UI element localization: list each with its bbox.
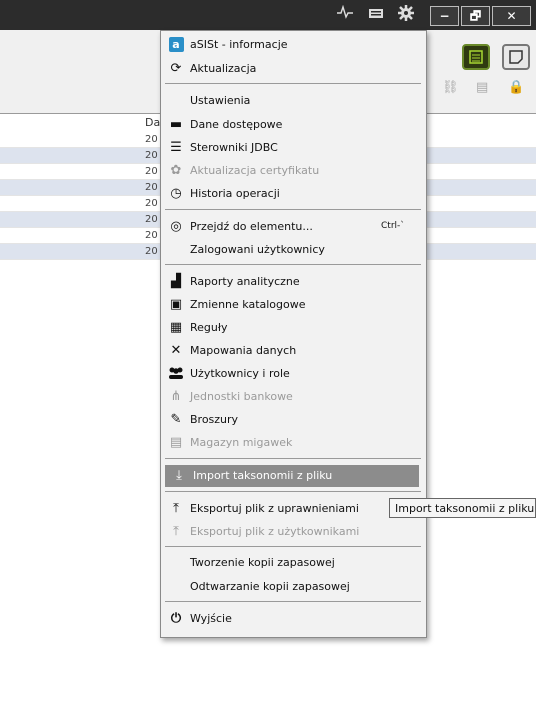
menu-item-users-roles[interactable]: Użytkownicy i role bbox=[162, 363, 424, 385]
hierarchy-icon: ⋔ bbox=[170, 389, 182, 404]
pulse-icon[interactable] bbox=[336, 4, 354, 25]
menu-item-operation-history[interactable]: ◷ Historia operacji bbox=[162, 183, 424, 205]
menu-item-export-users: ⤒ Eksportuj plik z użytkownikami bbox=[162, 521, 424, 543]
menu-separator bbox=[165, 546, 421, 547]
goto-icon: ◎ bbox=[170, 219, 182, 234]
menu-separator bbox=[165, 83, 421, 84]
update-icon: ⟳ bbox=[170, 61, 182, 76]
menu-item-asist-info[interactable]: a aSISt - informacje bbox=[162, 34, 424, 56]
menu-item-catalog-variables[interactable]: ▣ Zmienne katalogowe bbox=[162, 294, 424, 316]
restore-button[interactable]: 🗗 bbox=[461, 6, 490, 26]
menu-separator bbox=[165, 491, 421, 492]
menu-item-jdbc-drivers[interactable]: ☰ Sterowniki JDBC bbox=[162, 137, 424, 159]
menu-item-settings[interactable]: Ustawienia bbox=[162, 90, 424, 112]
list-view-toggle[interactable] bbox=[462, 44, 490, 70]
menu-item-restore-backup[interactable]: Odtwarzanie kopii zapasowej bbox=[162, 576, 424, 598]
menu-separator bbox=[165, 264, 421, 265]
catalog-variables-icon: ▣ bbox=[169, 297, 183, 312]
settings-menu: a aSISt - informacje ⟳ Aktualizacja Usta… bbox=[160, 30, 427, 638]
keyboard-icon[interactable] bbox=[367, 5, 385, 25]
menu-item-snapshot-store: ▤ Magazyn migawek bbox=[169, 435, 293, 450]
asist-logo-icon: a bbox=[168, 37, 184, 53]
note-view-toggle[interactable] bbox=[502, 44, 530, 70]
close-button[interactable]: ✕ bbox=[492, 6, 531, 26]
tooltip: Import taksonomii z pliku bbox=[389, 498, 536, 518]
menu-item-update[interactable]: ⟳ Aktualizacja bbox=[162, 58, 424, 80]
menu-item-go-to-element[interactable]: ◎ Przejdź do elementu... Ctrl-` bbox=[162, 216, 424, 238]
shortcut-label: Ctrl-` bbox=[381, 221, 405, 231]
menu-separator bbox=[165, 209, 421, 210]
export-icon: ⤒ bbox=[173, 501, 179, 516]
chart-icon: ▟ bbox=[171, 274, 181, 289]
power-icon: ⏻ bbox=[170, 611, 182, 626]
table-cell: 20 bbox=[145, 166, 158, 177]
history-icon: ◷ bbox=[170, 186, 182, 201]
table-cell: 20 bbox=[145, 182, 158, 193]
table-cell: 20 bbox=[145, 246, 158, 257]
table-cell: 20 bbox=[145, 230, 158, 241]
document-icon[interactable]: ▤ bbox=[476, 80, 488, 95]
menu-item-access-data[interactable]: ▬ Dane dostępowe bbox=[162, 114, 424, 136]
menu-item-bank-units: ⋔ Jednostki bankowe bbox=[162, 386, 424, 408]
menu-item-export-permissions[interactable]: ⤒ Eksportuj plik z uprawnieniami bbox=[162, 498, 424, 520]
minimize-button[interactable]: − bbox=[430, 6, 459, 26]
calculator-icon: ▦ bbox=[169, 320, 183, 335]
export-users-icon: ⤒ bbox=[173, 524, 179, 539]
certificate-icon: ✿ bbox=[170, 163, 182, 178]
menu-item-rules[interactable]: ▦ Reguły bbox=[162, 317, 424, 339]
menu-item-data-mappings[interactable]: ✕ Mapowania danych bbox=[162, 340, 424, 362]
menu-item-brochures[interactable]: ✎ Broszury bbox=[162, 409, 424, 431]
mapping-icon: ✕ bbox=[170, 343, 182, 358]
table-cell: 20 bbox=[145, 134, 158, 145]
snapshot-icon: ▤ bbox=[169, 435, 183, 450]
pen-icon: ✎ bbox=[170, 412, 182, 427]
menu-item-certificate-update: ✿ Aktualizacja certyfikatu bbox=[162, 160, 424, 182]
link-icon[interactable]: ⛓ bbox=[442, 80, 459, 95]
column-header[interactable]: Da bbox=[145, 116, 160, 129]
menu-separator bbox=[165, 458, 421, 459]
users-icon bbox=[168, 366, 184, 382]
menu-item-analytic-reports[interactable]: ▟ Raporty analityczne bbox=[162, 271, 424, 293]
gear-icon[interactable] bbox=[396, 5, 416, 25]
menu-separator bbox=[165, 601, 421, 602]
title-bar: − 🗗 ✕ bbox=[0, 0, 536, 30]
briefcase-icon: ▬ bbox=[169, 117, 183, 132]
lock-icon[interactable]: 🔒 bbox=[508, 80, 524, 95]
menu-item-import-taxonomy[interactable]: ⤓ Import taksonomii z pliku bbox=[165, 465, 419, 487]
menu-item-create-backup[interactable]: Tworzenie kopii zapasowej bbox=[162, 552, 424, 574]
table-cell: 20 bbox=[145, 214, 158, 225]
import-icon: ⤓ bbox=[176, 468, 182, 483]
table-cell: 20 bbox=[145, 198, 158, 209]
menu-item-logged-users[interactable]: Zalogowani użytkownicy bbox=[162, 239, 424, 261]
menu-item-exit[interactable]: ⏻ Wyjście bbox=[162, 608, 424, 630]
table-cell: 20 bbox=[145, 150, 158, 161]
database-icon: ☰ bbox=[170, 140, 182, 155]
